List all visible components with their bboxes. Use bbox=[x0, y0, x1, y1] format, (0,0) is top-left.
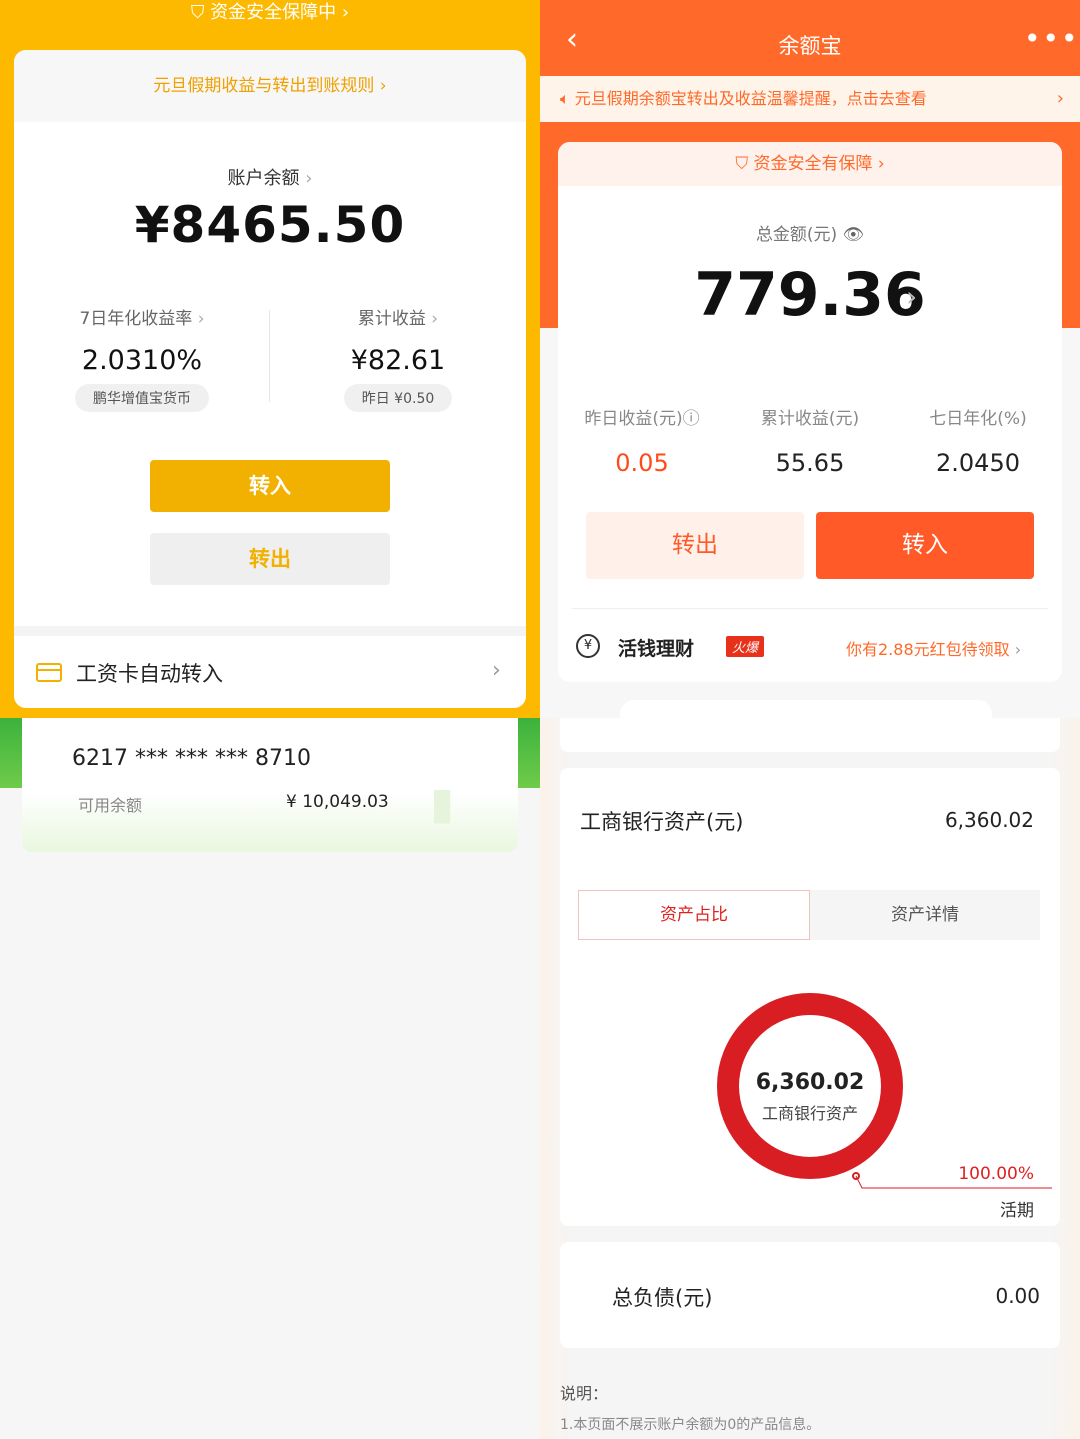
red-packet-text: 你有2.88元红包待领取 bbox=[846, 640, 1010, 659]
yesterday-earnings-label-text: 昨日收益(元) bbox=[584, 409, 683, 429]
previous-card-peek bbox=[560, 718, 1060, 752]
safety-band-text: 资金安全有保障 bbox=[753, 154, 873, 174]
balance-value: ¥8465.50 bbox=[134, 196, 406, 254]
bank-card-icon bbox=[36, 663, 62, 682]
icbc-assets-screen: 工商银行资产(元) 6,360.02 资产占比 资产详情 6,360.02 工商… bbox=[540, 718, 1080, 1439]
slice-category: 活期 bbox=[1000, 1201, 1034, 1221]
yield-stat[interactable]: 7日年化收益率 › 2.0310% 鹏华增值宝货币 bbox=[54, 304, 230, 412]
chevron-right-icon: › bbox=[336, 2, 350, 23]
asset-card: 工商银行资产(元) 6,360.02 资产占比 资产详情 6,360.02 工商… bbox=[560, 768, 1060, 1226]
divider bbox=[572, 608, 1048, 609]
transfer-in-button[interactable]: 转入 bbox=[816, 512, 1034, 579]
asset-value: 6,360.02 bbox=[944, 808, 1034, 832]
holiday-notice[interactable]: 元旦假期收益与转出到账规则 › bbox=[14, 50, 526, 122]
safety-banner[interactable]: ⛉ 资金安全保障中 › bbox=[0, 0, 540, 26]
eye-icon[interactable]: 👁︎ bbox=[843, 225, 865, 245]
seven-day-yield-value: 2.0450 bbox=[936, 449, 1020, 477]
cumulative-earnings[interactable]: 累计收益(元) 55.65 bbox=[730, 404, 890, 477]
transfer-in-button[interactable]: 转入 bbox=[150, 460, 390, 512]
cumulative-earnings-value: 55.65 bbox=[775, 449, 845, 477]
balance-card: 元旦假期收益与转出到账规则 › 账户余额 › ¥8465.50 7日年化收益率 … bbox=[14, 50, 526, 708]
tab-asset-detail[interactable]: 资产详情 bbox=[810, 890, 1040, 940]
balance-label[interactable]: 账户余额 › bbox=[14, 164, 526, 190]
donut-center-label: 工商银行资产 bbox=[761, 1104, 858, 1123]
slice-percent: 100.00% bbox=[958, 1164, 1034, 1184]
yield-label-text: 7日年化收益率 bbox=[79, 309, 193, 329]
available-balance-value: ¥ 10,049.03 bbox=[286, 792, 389, 812]
yesterday-earnings[interactable]: 昨日收益(元)ⓘ 0.05 bbox=[562, 404, 722, 477]
chevron-right-icon: › bbox=[425, 309, 439, 329]
total-label-text: 总金额(元) bbox=[755, 225, 838, 245]
bank-card[interactable]: 6217 *** *** *** 8710 可用余额 ¥ 10,049.03 ▮ bbox=[22, 718, 518, 852]
bank-card-screen: 6217 *** *** *** 8710 可用余额 ¥ 10,049.03 ▮ bbox=[0, 718, 540, 1439]
note-line-1: 1.本页面不展示账户余额为0的产品信息。 bbox=[560, 1417, 821, 1433]
asset-label: 工商银行资产(元) bbox=[580, 810, 744, 834]
donut-center-value: 6,360.02 bbox=[755, 1070, 865, 1095]
chevron-right-icon: › bbox=[492, 658, 501, 683]
tab-asset-ratio[interactable]: 资产占比 bbox=[578, 890, 810, 940]
auto-transfer-label: 工资卡自动转入 bbox=[76, 662, 223, 686]
cumulative-label: 累计收益 › bbox=[310, 304, 486, 329]
cumulative-value: ¥82.61 bbox=[350, 345, 446, 376]
holiday-notice-text: 元旦假期收益与转出到账规则 bbox=[153, 76, 375, 96]
balance-label-text: 账户余额 bbox=[227, 168, 300, 189]
info-icon[interactable]: ⓘ bbox=[683, 409, 700, 429]
yesterday-earnings-value: 0.05 bbox=[615, 449, 669, 477]
stat-divider bbox=[269, 310, 270, 402]
section-gap bbox=[14, 626, 526, 636]
yield-value: 2.0310% bbox=[81, 345, 203, 376]
transfer-out-button[interactable]: 转出 bbox=[586, 512, 804, 579]
yuebao-orange-screen: ‹ 余额宝 ••• 🔈︎ 元旦假期余额宝转出及收益温馨提醒，点击去查看 › ⛉ … bbox=[540, 0, 1080, 718]
card-edge-right bbox=[518, 718, 540, 788]
red-packet-link[interactable]: 你有2.88元红包待领取 › bbox=[846, 636, 1021, 660]
yesterday-earnings-label: 昨日收益(元)ⓘ bbox=[562, 404, 722, 429]
yield-label: 7日年化收益率 › bbox=[54, 304, 230, 329]
next-banner-peek bbox=[620, 700, 992, 718]
shield-icon: ⛉ bbox=[735, 154, 754, 174]
yuebao-yellow-screen: ⛉ 资金安全保障中 › 元旦假期收益与转出到账规则 › 账户余额 › ¥8465… bbox=[0, 0, 540, 718]
hot-badge: 火爆 bbox=[726, 636, 765, 657]
card-number: 6217 *** *** *** 8710 bbox=[72, 746, 311, 771]
live-finance-label[interactable]: 活钱理财 bbox=[618, 634, 694, 661]
debt-label: 总负债(元) bbox=[612, 1286, 713, 1310]
debt-value: 0.00 bbox=[995, 1284, 1040, 1308]
chevron-right-icon: › bbox=[192, 309, 205, 329]
available-balance-label: 可用余额 bbox=[78, 796, 143, 815]
cumulative-stat[interactable]: 累计收益 › ¥82.61 昨日 ¥0.50 bbox=[310, 304, 486, 412]
chevron-right-icon: › bbox=[1056, 88, 1064, 109]
more-icon[interactable]: ••• bbox=[1024, 22, 1080, 55]
yesterday-pill: 昨日 ¥0.50 bbox=[343, 384, 453, 412]
debt-card: 总负债(元) 0.00 bbox=[560, 1242, 1060, 1348]
total-label: 总金额(元) 👁︎ bbox=[558, 220, 1062, 245]
auto-transfer-row[interactable]: 工资卡自动转入 › bbox=[14, 636, 526, 708]
safety-banner-text: 资金安全保障中 bbox=[210, 2, 337, 23]
chevron-right-icon: › bbox=[872, 154, 885, 174]
fund-name-pill[interactable]: 鹏华增值宝货币 bbox=[75, 384, 209, 412]
seven-day-yield-label: 七日年化(%) bbox=[929, 409, 1027, 429]
transfer-out-button[interactable]: 转出 bbox=[150, 533, 390, 585]
total-card: ⛉ 资金安全有保障 › 总金额(元) 👁︎ 779.36 › 昨日收益(元)ⓘ … bbox=[558, 142, 1062, 682]
chevron-right-icon: › bbox=[379, 76, 387, 96]
page-title: 余额宝 bbox=[778, 34, 842, 58]
cumulative-label-text: 累计收益 bbox=[357, 309, 426, 329]
chevron-right-icon[interactable]: › bbox=[906, 280, 917, 313]
seven-day-yield[interactable]: 七日年化(%) 2.0450 bbox=[898, 404, 1058, 477]
cumulative-earnings-label: 累计收益(元) bbox=[760, 409, 860, 429]
holiday-notice-bar[interactable]: 🔈︎ 元旦假期余额宝转出及收益温馨提醒，点击去查看 › bbox=[540, 76, 1080, 122]
safety-band[interactable]: ⛉ 资金安全有保障 › bbox=[558, 142, 1062, 186]
note-title: 说明： bbox=[560, 1384, 609, 1403]
total-value[interactable]: 779.36 bbox=[558, 260, 1062, 330]
shield-icon: ⛉ bbox=[190, 2, 211, 23]
bank-logo-watermark-icon: ▮ bbox=[430, 778, 455, 829]
speaker-icon: 🔈︎ bbox=[560, 89, 575, 108]
chevron-right-icon: › bbox=[1009, 640, 1022, 659]
card-edge-left bbox=[0, 718, 22, 788]
chevron-right-icon: › bbox=[305, 168, 313, 189]
wallet-icon: ¥ bbox=[576, 634, 600, 658]
holiday-notice-text: 元旦假期余额宝转出及收益温馨提醒，点击去查看 bbox=[574, 89, 927, 108]
